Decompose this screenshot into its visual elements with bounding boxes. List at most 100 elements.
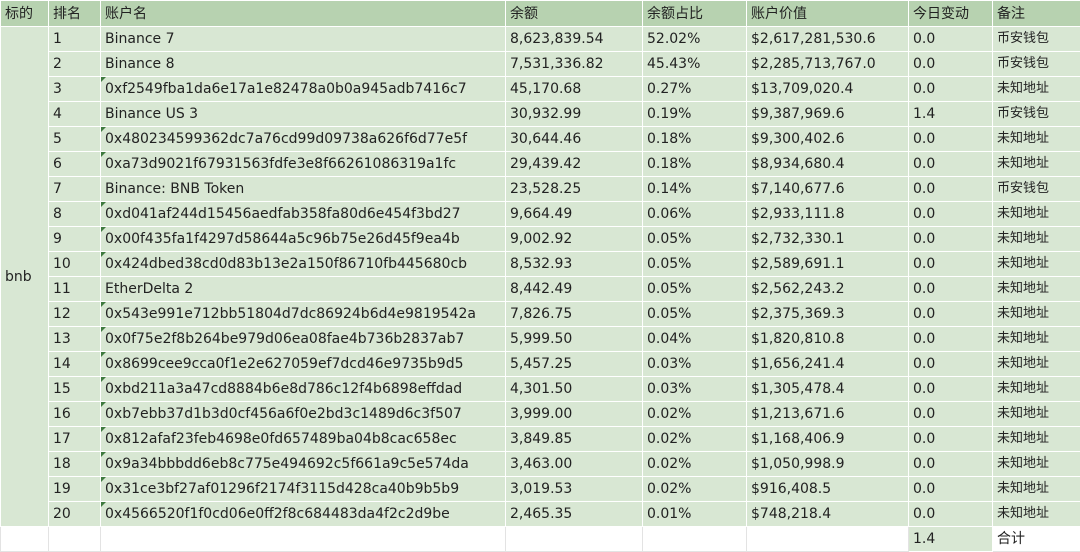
cell-rank[interactable]: 8 — [49, 202, 101, 227]
cell-rank[interactable]: 4 — [49, 102, 101, 127]
cell-note[interactable]: 未知地址 — [993, 402, 1080, 427]
cell-account[interactable]: EtherDelta 2 — [101, 277, 506, 302]
cell-account[interactable]: 0x8699cee9cca0f1e2e627059ef7dcd46e9735b9… — [101, 352, 506, 377]
cell-balance[interactable]: 30,932.99 — [506, 102, 643, 127]
cell-value[interactable]: $2,589,691.1 — [747, 252, 909, 277]
cell-account[interactable]: 0xb7ebb37d1b3d0cf456a6f0e2bd3c1489d6c3f5… — [101, 402, 506, 427]
cell-value[interactable]: $7,140,677.6 — [747, 177, 909, 202]
cell-change[interactable]: 0.0 — [909, 127, 993, 152]
cell-rank[interactable]: 11 — [49, 277, 101, 302]
cell-balance-pct[interactable]: 0.27% — [643, 77, 747, 102]
cell-account[interactable]: 0xa73d9021f67931563fdfe3e8f66261086319a1… — [101, 152, 506, 177]
cell-account[interactable]: Binance 7 — [101, 27, 506, 52]
header-balance-pct[interactable]: 余额占比 — [643, 1, 747, 27]
cell-account[interactable]: Binance US 3 — [101, 102, 506, 127]
cell-change[interactable]: 0.0 — [909, 427, 993, 452]
cell-change[interactable]: 0.0 — [909, 52, 993, 77]
cell-note[interactable]: 币安钱包 — [993, 52, 1080, 77]
header-value[interactable]: 账户价值 — [747, 1, 909, 27]
cell-value[interactable]: $1,305,478.4 — [747, 377, 909, 402]
cell-value[interactable]: $916,408.5 — [747, 477, 909, 502]
cell-change[interactable]: 0.0 — [909, 27, 993, 52]
cell-rank[interactable]: 5 — [49, 127, 101, 152]
cell-change[interactable]: 0.0 — [909, 327, 993, 352]
cell-balance-pct[interactable]: 0.03% — [643, 377, 747, 402]
header-account[interactable]: 账户名 — [101, 1, 506, 27]
cell-account[interactable]: 0x00f435fa1f4297d58644a5c96b75e26d45f9ea… — [101, 227, 506, 252]
cell-note[interactable]: 币安钱包 — [993, 102, 1080, 127]
cell-account[interactable]: 0x9a34bbbdd6eb8c775e494692c5f661a9c5e574… — [101, 452, 506, 477]
cell-balance[interactable]: 7,531,336.82 — [506, 52, 643, 77]
cell-change[interactable]: 0.0 — [909, 302, 993, 327]
cell-account[interactable]: Binance: BNB Token — [101, 177, 506, 202]
cell-change[interactable]: 0.0 — [909, 377, 993, 402]
cell-account[interactable]: Binance 8 — [101, 52, 506, 77]
cell-rank[interactable]: 1 — [49, 27, 101, 52]
cell-account[interactable]: 0x812afaf23feb4698e0fd657489ba04b8cac658… — [101, 427, 506, 452]
cell-balance-pct[interactable]: 0.18% — [643, 152, 747, 177]
cell-balance-pct[interactable]: 45.43% — [643, 52, 747, 77]
cell-balance[interactable]: 4,301.50 — [506, 377, 643, 402]
cell-note[interactable]: 未知地址 — [993, 327, 1080, 352]
cell-account[interactable]: 0x31ce3bf27af01296f2174f3115d428ca40b9b5… — [101, 477, 506, 502]
header-rank[interactable]: 排名 — [49, 1, 101, 27]
cell-balance-pct[interactable]: 0.19% — [643, 102, 747, 127]
cell-rank[interactable]: 2 — [49, 52, 101, 77]
cell-rank[interactable]: 14 — [49, 352, 101, 377]
cell-change[interactable]: 0.0 — [909, 77, 993, 102]
cell-balance-pct[interactable]: 0.02% — [643, 477, 747, 502]
cell-change[interactable]: 0.0 — [909, 202, 993, 227]
cell-balance[interactable]: 9,664.49 — [506, 202, 643, 227]
cell-balance[interactable]: 5,999.50 — [506, 327, 643, 352]
cell-value[interactable]: $2,617,281,530.6 — [747, 27, 909, 52]
cell-balance-pct[interactable]: 0.05% — [643, 252, 747, 277]
cell-balance[interactable]: 5,457.25 — [506, 352, 643, 377]
cell-rank[interactable]: 18 — [49, 452, 101, 477]
cell-account[interactable]: 0x480234599362dc7a76cd99d09738a626f6d77e… — [101, 127, 506, 152]
footer-change-total[interactable]: 1.4 — [909, 527, 993, 552]
cell-change[interactable]: 1.4 — [909, 102, 993, 127]
cell-balance-pct[interactable]: 0.18% — [643, 127, 747, 152]
cell-note[interactable]: 未知地址 — [993, 352, 1080, 377]
cell-note[interactable]: 未知地址 — [993, 227, 1080, 252]
cell-rank[interactable]: 9 — [49, 227, 101, 252]
cell-balance-pct[interactable]: 0.05% — [643, 227, 747, 252]
cell-value[interactable]: $1,050,998.9 — [747, 452, 909, 477]
cell-account[interactable]: 0x0f75e2f8b264be979d06ea08fae4b736b2837a… — [101, 327, 506, 352]
cell-rank[interactable]: 6 — [49, 152, 101, 177]
cell-rank[interactable]: 16 — [49, 402, 101, 427]
cell-change[interactable]: 0.0 — [909, 277, 993, 302]
cell-note[interactable]: 未知地址 — [993, 377, 1080, 402]
cell-balance[interactable]: 3,999.00 — [506, 402, 643, 427]
cell-value[interactable]: $2,562,243.2 — [747, 277, 909, 302]
cell-balance-pct[interactable]: 52.02% — [643, 27, 747, 52]
cell-balance-pct[interactable]: 0.05% — [643, 302, 747, 327]
cell-rank[interactable]: 15 — [49, 377, 101, 402]
cell-rank[interactable]: 19 — [49, 477, 101, 502]
footer-total-label[interactable]: 合计 — [993, 527, 1080, 552]
header-asset[interactable]: 标的 — [1, 1, 49, 27]
cell-note[interactable]: 未知地址 — [993, 427, 1080, 452]
cell-value[interactable]: $2,732,330.1 — [747, 227, 909, 252]
cell-note[interactable]: 未知地址 — [993, 452, 1080, 477]
cell-balance[interactable]: 3,849.85 — [506, 427, 643, 452]
cell-change[interactable]: 0.0 — [909, 227, 993, 252]
cell-rank[interactable]: 20 — [49, 502, 101, 527]
cell-note[interactable]: 未知地址 — [993, 202, 1080, 227]
cell-balance[interactable]: 45,170.68 — [506, 77, 643, 102]
cell-balance-pct[interactable]: 0.03% — [643, 352, 747, 377]
cell-value[interactable]: $9,387,969.6 — [747, 102, 909, 127]
cell-balance[interactable]: 8,532.93 — [506, 252, 643, 277]
cell-account[interactable]: 0xf2549fba1da6e17a1e82478a0b0a945adb7416… — [101, 77, 506, 102]
cell-account[interactable]: 0xbd211a3a47cd8884b6e8d786c12f4b6898effd… — [101, 377, 506, 402]
cell-change[interactable]: 0.0 — [909, 152, 993, 177]
cell-value[interactable]: $2,933,111.8 — [747, 202, 909, 227]
cell-note[interactable]: 币安钱包 — [993, 177, 1080, 202]
cell-note[interactable]: 未知地址 — [993, 477, 1080, 502]
cell-balance-pct[interactable]: 0.06% — [643, 202, 747, 227]
cell-value[interactable]: $1,820,810.8 — [747, 327, 909, 352]
asset-label[interactable]: bnb — [1, 27, 49, 527]
cell-balance[interactable]: 29,439.42 — [506, 152, 643, 177]
cell-note[interactable]: 未知地址 — [993, 277, 1080, 302]
cell-balance-pct[interactable]: 0.05% — [643, 277, 747, 302]
